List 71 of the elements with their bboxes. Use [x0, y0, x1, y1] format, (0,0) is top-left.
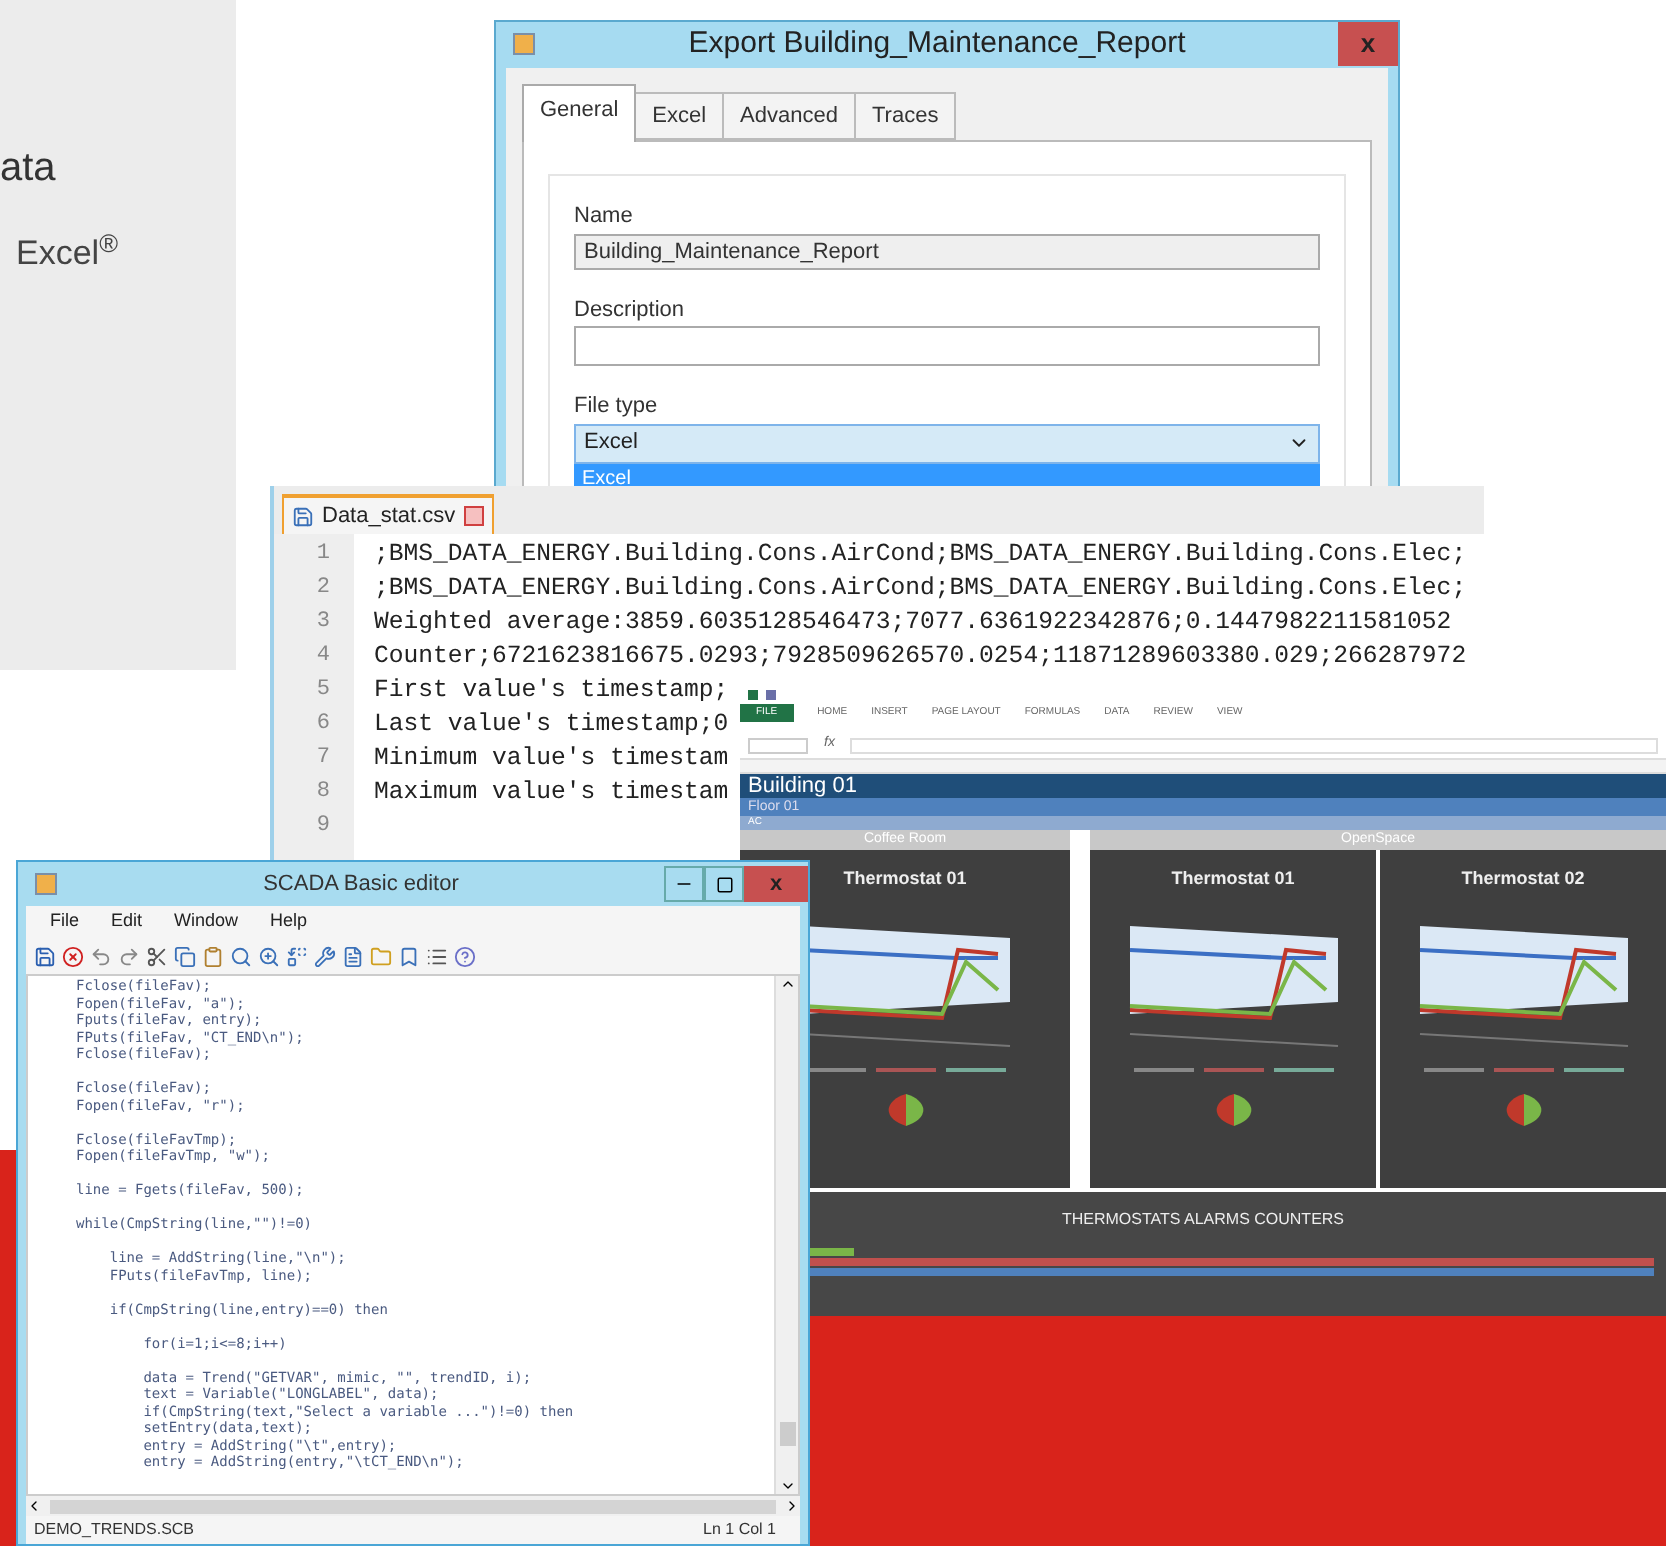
maximize-button[interactable]: [704, 866, 744, 902]
maximize-icon: [715, 875, 733, 893]
status-position: Ln 1 Col 1: [703, 1518, 778, 1542]
menu-item[interactable]: Help: [270, 908, 308, 936]
tab[interactable]: General: [522, 83, 637, 142]
close-button[interactable]: x: [744, 866, 808, 902]
window-title: SCADA Basic editor: [261, 869, 461, 900]
code-line: First value's timestamp;: [374, 674, 729, 708]
close-button[interactable]: x: [1338, 22, 1398, 66]
slide-text: ata: [0, 144, 58, 192]
code-line: Minimum value's timestam: [374, 742, 729, 776]
window-title: Export Building_Maintenance_Report: [686, 24, 1188, 64]
code-line: ;BMS_DATA_ENERGY.Building.Cons.AirCond;BMS_DATA_ENERGY.Building.Cons.Elec;: [374, 572, 1467, 606]
window-icon: [34, 872, 58, 896]
field-label: Name: [574, 202, 635, 232]
chart-title: Thermostat 01: [1171, 866, 1295, 892]
vertical-scrollbar[interactable]: [774, 976, 798, 1494]
file-tab[interactable]: Data_stat.csv: [282, 494, 494, 534]
status-file: DEMO_TRENDS.SCB: [34, 1518, 197, 1542]
file-type-select[interactable]: Excel: [574, 423, 1320, 463]
search-icon[interactable]: [230, 945, 252, 967]
cut-icon[interactable]: [146, 945, 168, 967]
field-label: Description: [574, 295, 687, 325]
alarms-title: THERMOSTATS ALARMS COUNTERS: [1061, 1208, 1345, 1232]
scrollbar-thumb[interactable]: [779, 1422, 795, 1446]
code-line: Weighted average:3859.6035128546473;7077.6361922342876;0.1447982211581052: [374, 606, 1452, 640]
line-number: 9: [316, 812, 332, 842]
stop-icon[interactable]: [62, 945, 84, 967]
menu-item[interactable]: File: [50, 908, 80, 936]
line-number: 5: [316, 676, 332, 706]
window-icon: [512, 32, 536, 57]
menu-item[interactable]: Window: [174, 908, 239, 936]
redo-icon[interactable]: [118, 945, 140, 967]
bookmark-icon[interactable]: [398, 945, 420, 967]
tab[interactable]: Excel: [636, 91, 725, 140]
line-number: 2: [316, 574, 332, 604]
paste-icon[interactable]: [202, 945, 224, 967]
code-line: Maximum value's timestam: [374, 776, 729, 810]
line-number: 3: [316, 608, 332, 638]
scroll-right-icon[interactable]: [784, 1498, 800, 1514]
tab[interactable]: Advanced: [724, 91, 856, 140]
scroll-left-icon[interactable]: [26, 1498, 42, 1514]
chart-title: Thermostat 02: [1461, 866, 1585, 892]
zoom-icon[interactable]: [258, 945, 280, 967]
line-number: 4: [316, 642, 332, 672]
sheet-header-row: Building 01: [740, 774, 1666, 798]
slide-text: Excel$^{®}$: [14, 232, 120, 276]
scroll-up-icon[interactable]: [779, 976, 795, 992]
name-field[interactable]: Building_Maintenance_Report: [574, 233, 1320, 269]
field-label: File type: [574, 392, 660, 422]
list-icon[interactable]: [426, 945, 448, 967]
menu-item[interactable]: Edit: [111, 908, 143, 936]
wrench-icon[interactable]: [314, 945, 336, 967]
description-field[interactable]: [574, 326, 1320, 366]
code-line: ;BMS_DATA_ENERGY.Building.Cons.AirCond;BMS_DATA_ENERGY.Building.Cons.Elec;: [374, 538, 1467, 572]
close-icon[interactable]: [463, 506, 484, 526]
scroll-down-icon[interactable]: [779, 1478, 795, 1494]
line-number: 1: [316, 540, 332, 570]
code-line: Counter;6721623816675.0293;7928509626570.0254;11871289603380.029;266287972: [374, 640, 1467, 674]
document-icon[interactable]: [342, 945, 364, 967]
undo-icon[interactable]: [90, 945, 112, 967]
horizontal-scrollbar[interactable]: [26, 1496, 800, 1516]
copy-icon[interactable]: [174, 945, 196, 967]
code-line: Last value's timestamp;0: [374, 708, 729, 742]
help-icon[interactable]: [454, 945, 476, 967]
line-number: 8: [316, 778, 332, 808]
replace-icon[interactable]: [286, 945, 308, 967]
chart-title: Thermostat 01: [843, 866, 967, 892]
tab[interactable]: Traces: [855, 91, 957, 140]
line-number: 6: [316, 710, 332, 740]
line-number: 7: [316, 744, 332, 774]
